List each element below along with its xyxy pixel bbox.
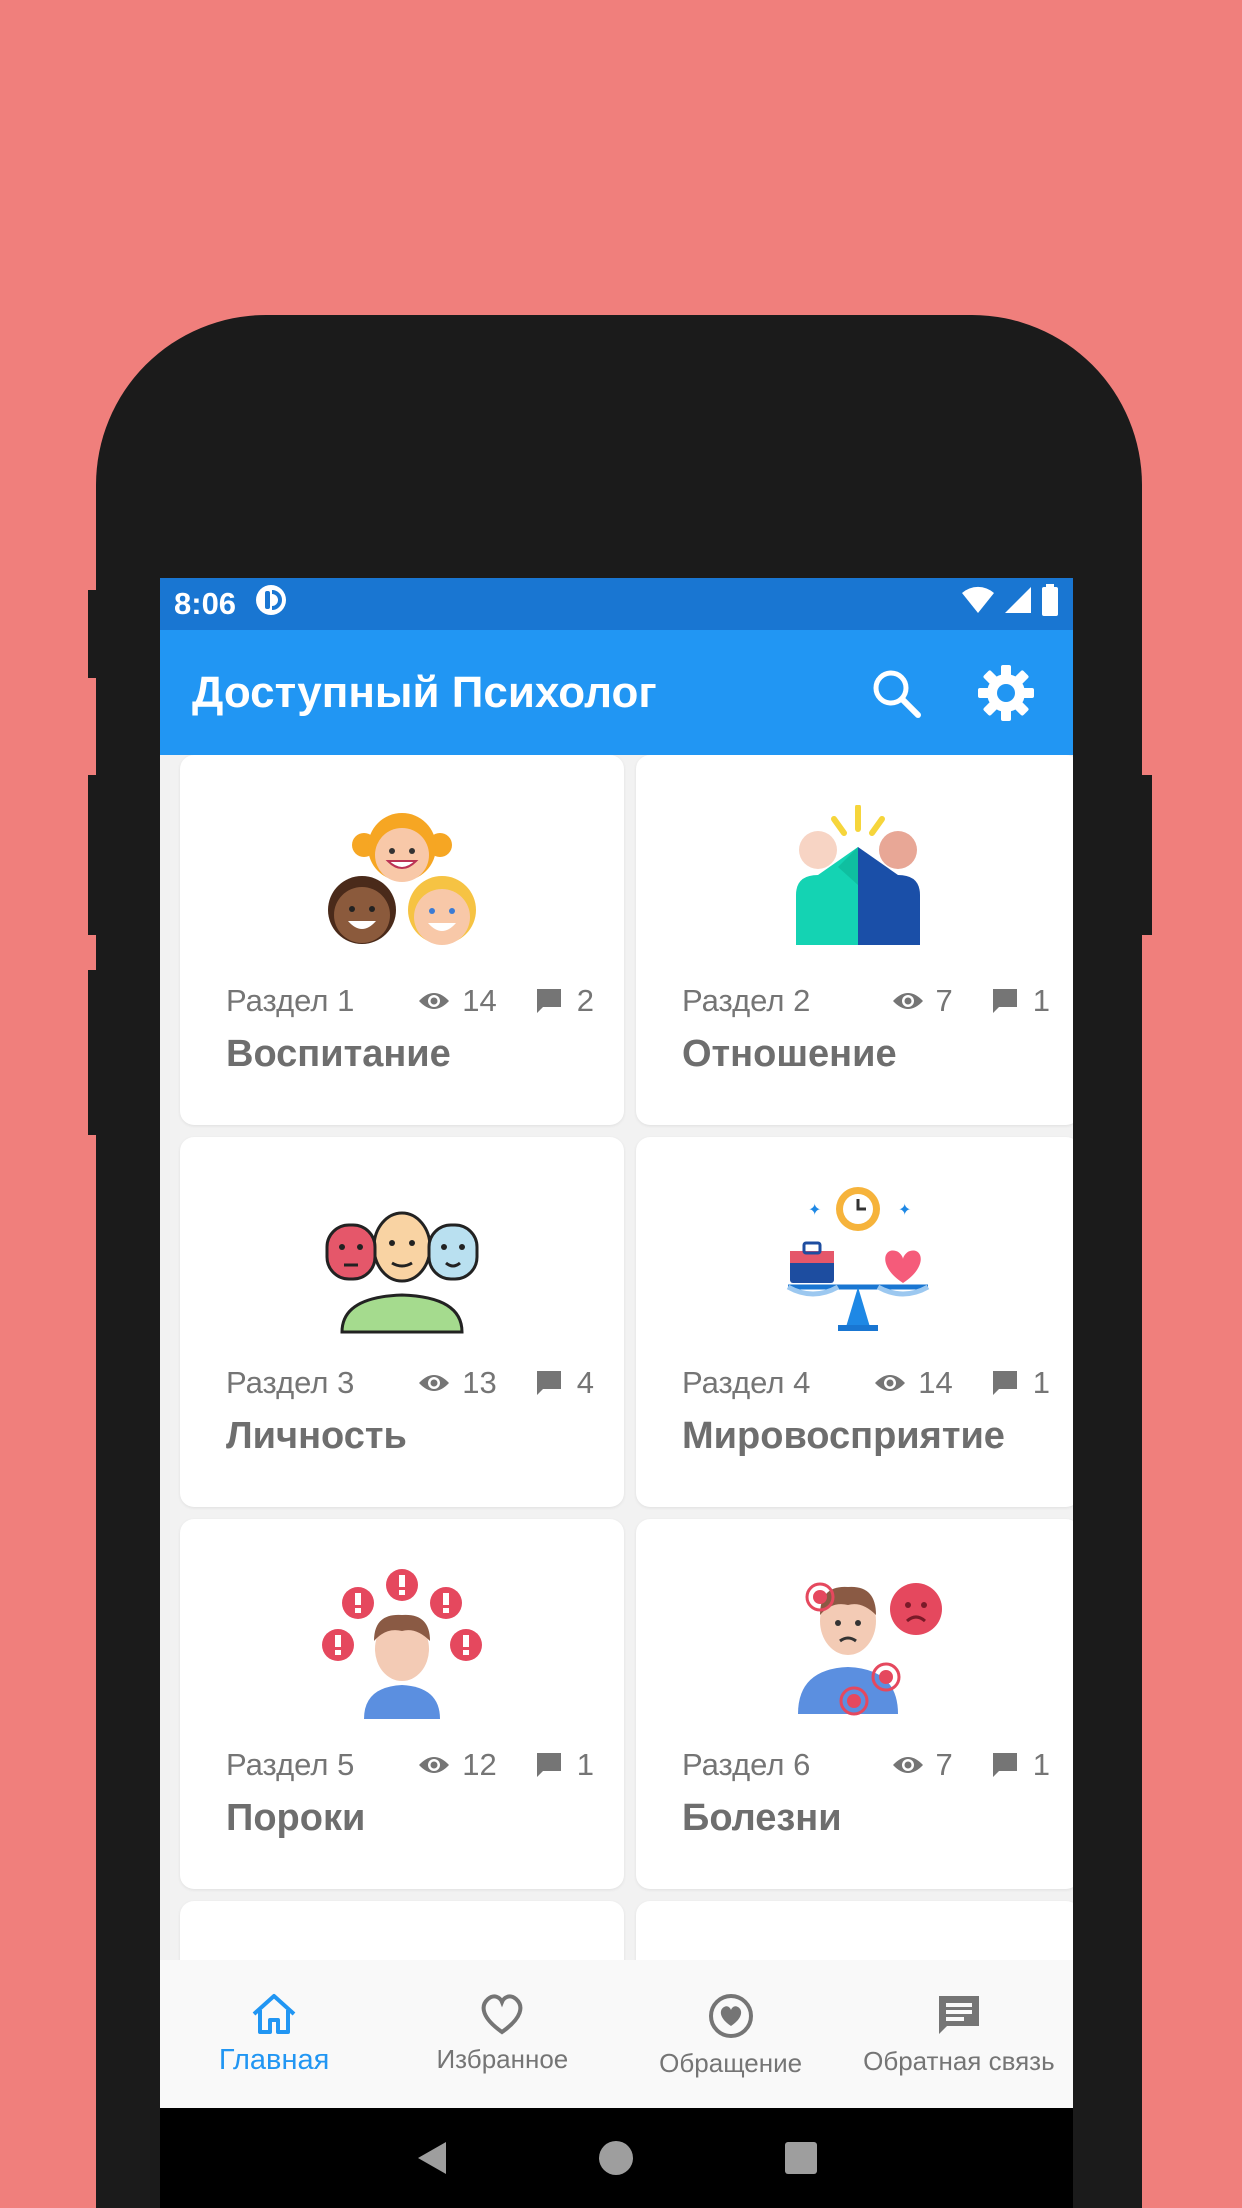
eye-icon: [875, 1375, 906, 1391]
category-card-1[interactable]: Раздел 1 14 2 Воспитание: [180, 755, 624, 1125]
status-time: 8:06: [174, 586, 237, 621]
heart-icon: [482, 1994, 523, 2035]
system-navigation-bar: [160, 2108, 1073, 2208]
back-icon[interactable]: [412, 2138, 452, 2178]
svg-text:✦: ✦: [808, 1200, 821, 1219]
section-label: Раздел 2: [682, 983, 811, 1018]
eye-icon: [419, 1757, 450, 1773]
category-title: Воспитание: [226, 1033, 451, 1075]
section-label: Раздел 3: [226, 1365, 355, 1400]
comments-count: 2: [576, 983, 594, 1018]
signal-icon: [1003, 585, 1033, 623]
category-card-5[interactable]: Раздел 5 12 1 Пороки: [180, 1519, 624, 1889]
section-label: Раздел 6: [682, 1747, 811, 1782]
nav-appeal[interactable]: Обращение: [617, 1960, 845, 2108]
masks-personality-icon: [180, 1187, 624, 1337]
comments-count: 1: [576, 1747, 594, 1782]
person-alerts-icon: [180, 1569, 624, 1719]
eye-icon: [419, 1375, 450, 1391]
category-title: Отношение: [682, 1033, 897, 1075]
views-count: 7: [935, 1747, 953, 1782]
views-count: 14: [462, 983, 497, 1018]
card-meta: Раздел 5 12 1: [226, 1747, 594, 1783]
card-meta: Раздел 1 14 2: [226, 983, 594, 1019]
category-title: Личность: [226, 1415, 407, 1457]
category-title: Пороки: [226, 1797, 366, 1839]
app-screen: 8:06 Доступный Психолог Раздел 1 14 2 Во…: [160, 578, 1073, 2108]
eye-icon: [892, 1757, 923, 1773]
phone-button-left-3: [88, 970, 98, 1135]
nav-feedback[interactable]: Обратная связь: [845, 1960, 1073, 2108]
balance-scale-icon: ✦ ✦: [636, 1187, 1073, 1337]
children-icon: [180, 805, 624, 955]
card-meta: Раздел 4 14 1: [682, 1365, 1050, 1401]
nav-favorites[interactable]: Избранное: [388, 1960, 616, 2108]
status-bar: 8:06: [160, 578, 1073, 630]
section-label: Раздел 5: [226, 1747, 355, 1782]
search-icon[interactable]: [861, 658, 931, 728]
comments-count: 1: [1032, 1747, 1050, 1782]
comments-count: 4: [576, 1365, 594, 1400]
eye-icon: [419, 993, 450, 1009]
category-card-3[interactable]: Раздел 3 13 4 Личность: [180, 1137, 624, 1507]
phone-button-left-2: [88, 775, 98, 935]
category-card-4[interactable]: ✦ ✦ Раздел 4 14 1 Мировосприятие: [636, 1137, 1073, 1507]
relationship-icon: [636, 805, 1073, 955]
section-label: Раздел 4: [682, 1365, 811, 1400]
eye-icon: [892, 993, 923, 1009]
comments-count: 1: [1032, 1365, 1050, 1400]
bottom-navigation: Главная Избранное Обращение Обратная свя…: [160, 1960, 1073, 2108]
category-title: Мировосприятие: [682, 1415, 1005, 1457]
card-meta: Раздел 6 7 1: [682, 1747, 1050, 1783]
comments-count: 1: [1032, 983, 1050, 1018]
battery-icon: [1041, 584, 1059, 624]
nav-appeal-label: Обращение: [659, 2048, 803, 2078]
phone-button-right: [1142, 775, 1152, 935]
sick-person-icon: [636, 1569, 1073, 1719]
category-card-7[interactable]: [180, 1901, 624, 1960]
comment-icon: [536, 1371, 561, 1395]
category-card-8[interactable]: [636, 1901, 1073, 1960]
home-icon: [252, 1994, 296, 2034]
nav-favorites-label: Избранное: [436, 2044, 569, 2074]
home-circle-icon[interactable]: [596, 2138, 636, 2178]
comment-icon: [992, 1371, 1017, 1395]
notification-icon: [254, 583, 288, 625]
card-meta: Раздел 2 7 1: [682, 983, 1050, 1019]
comment-icon: [992, 1753, 1017, 1777]
gear-icon[interactable]: [971, 658, 1041, 728]
views-count: 7: [935, 983, 953, 1018]
nav-home[interactable]: Главная: [160, 1960, 388, 2108]
app-bar: Доступный Психолог: [160, 630, 1073, 755]
nav-feedback-label: Обратная связь: [863, 2046, 1055, 2076]
category-card-2[interactable]: Раздел 2 7 1 Отношение: [636, 755, 1073, 1125]
heart-circle-icon: [708, 1994, 753, 2038]
category-grid: Раздел 1 14 2 Воспитание Раздел 2 7 1 От…: [160, 755, 1073, 1960]
message-icon: [938, 1996, 979, 2034]
views-count: 12: [462, 1747, 497, 1782]
views-count: 14: [918, 1365, 953, 1400]
svg-text:✦: ✦: [898, 1200, 911, 1219]
comment-icon: [536, 1753, 561, 1777]
category-title: Болезни: [682, 1797, 842, 1839]
category-card-6[interactable]: Раздел 6 7 1 Болезни: [636, 1519, 1073, 1889]
nav-home-label: Главная: [218, 2044, 330, 2076]
comment-icon: [536, 989, 561, 1013]
recents-icon[interactable]: [781, 2138, 821, 2178]
phone-button-left-1: [88, 590, 98, 678]
section-label: Раздел 1: [226, 983, 355, 1018]
wifi-icon: [961, 585, 995, 623]
app-title: Доступный Психолог: [192, 667, 657, 717]
views-count: 13: [462, 1365, 497, 1400]
comment-icon: [992, 989, 1017, 1013]
card-meta: Раздел 3 13 4: [226, 1365, 594, 1401]
